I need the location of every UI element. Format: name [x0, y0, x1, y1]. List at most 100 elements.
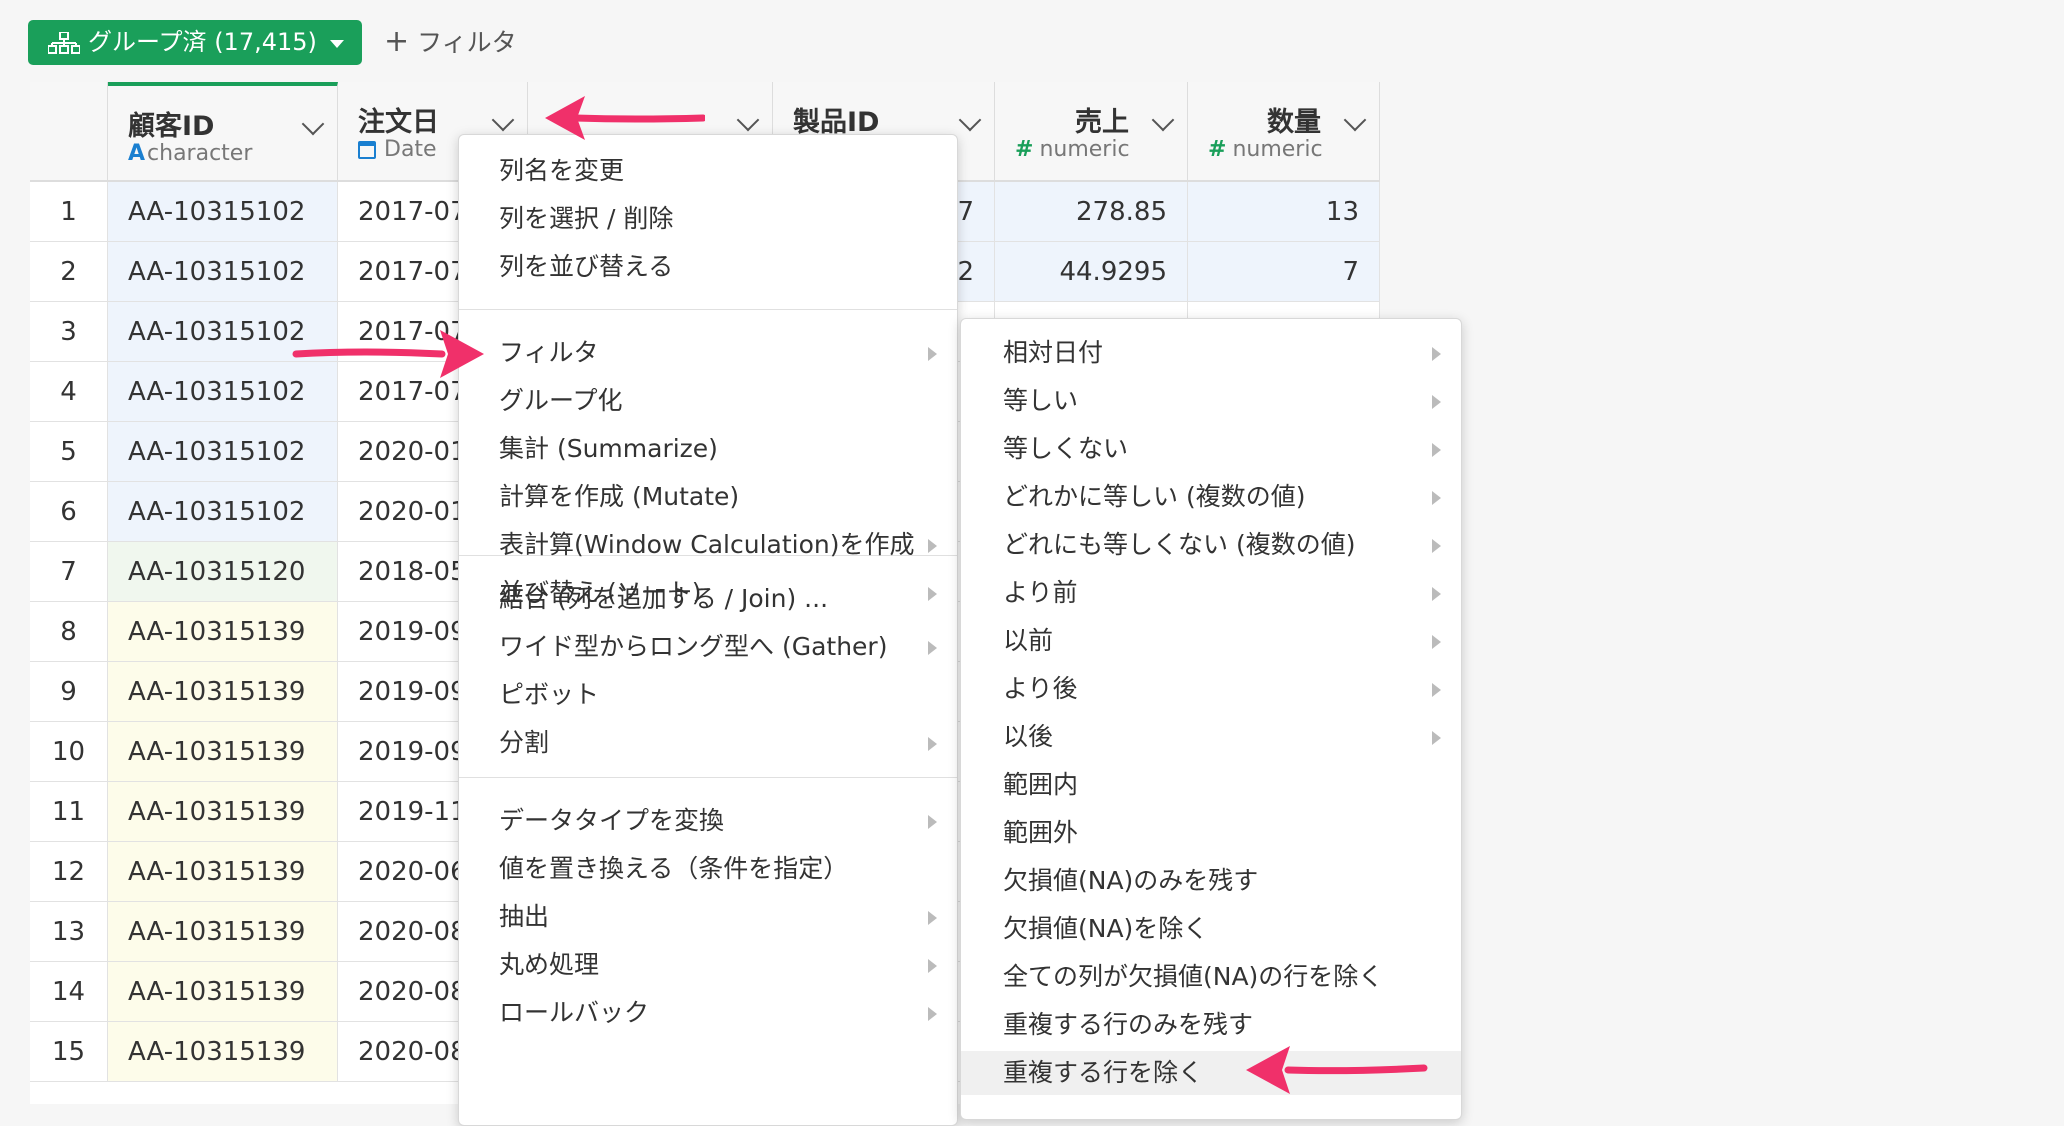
cell-customer-id[interactable]: AA-10315139 [108, 962, 338, 1022]
row-index[interactable]: 14 [30, 962, 108, 1022]
submenu-arrow-icon [928, 641, 937, 655]
submenu-item-label: 全ての列が欠損値(NA)の行を除く [1003, 962, 1384, 991]
cell-sales[interactable]: 44.9295 [995, 242, 1188, 302]
menu-item[interactable]: 集計 (Summarize) [459, 427, 957, 471]
cell-customer-id[interactable]: AA-10315102 [108, 482, 338, 542]
menu-item[interactable]: 表計算(Window Calculation)を作成 [459, 523, 957, 567]
menu-item[interactable]: 列名を変更 [459, 149, 957, 193]
menu-item[interactable]: 列を選択 / 削除 [459, 197, 957, 241]
row-index[interactable]: 8 [30, 602, 108, 662]
cell-customer-id[interactable]: AA-10315102 [108, 422, 338, 482]
submenu-item-label: 範囲外 [1003, 818, 1079, 847]
cell-customer-id[interactable]: AA-10315139 [108, 842, 338, 902]
menu-item[interactable]: ワイド型からロング型へ (Gather) [459, 625, 957, 669]
chevron-down-icon[interactable] [958, 108, 982, 132]
menu-item[interactable]: データタイプを変換 [459, 799, 957, 843]
menu-item-label: 分割 [499, 728, 550, 757]
menu-item[interactable]: フィルタ [459, 331, 957, 375]
row-index[interactable]: 5 [30, 422, 108, 482]
row-index[interactable]: 1 [30, 182, 108, 242]
menu-item-label: 集計 (Summarize) [499, 434, 718, 463]
chevron-down-icon[interactable] [1343, 108, 1367, 132]
submenu-item-label: 等しい [1003, 386, 1079, 415]
grouped-button[interactable]: グループ済 (17,415) [28, 20, 362, 65]
chevron-down-icon[interactable] [1151, 108, 1175, 132]
submenu-arrow-icon [1432, 443, 1441, 457]
cell-quantity[interactable]: 7 [1188, 242, 1380, 302]
menu-separator [459, 309, 957, 310]
submenu-arrow-icon [928, 539, 937, 553]
row-index[interactable]: 10 [30, 722, 108, 782]
submenu-item[interactable]: 以前 [961, 619, 1461, 663]
column-name: 数量 [1267, 107, 1321, 138]
menu-item[interactable]: 値を置き換える（条件を指定） [459, 847, 957, 891]
row-index[interactable]: 11 [30, 782, 108, 842]
cell-customer-id[interactable]: AA-10315139 [108, 1022, 338, 1082]
cell-customer-id[interactable]: AA-10315139 [108, 662, 338, 722]
submenu-item[interactable]: より前 [961, 571, 1461, 615]
menu-item[interactable]: ピボット [459, 673, 957, 717]
menu-item[interactable]: 列を並び替える [459, 245, 957, 289]
row-index[interactable]: 2 [30, 242, 108, 302]
column-name: 注文日 [358, 107, 439, 138]
submenu-item[interactable]: 欠損値(NA)のみを残す [961, 859, 1461, 903]
row-index[interactable]: 4 [30, 362, 108, 422]
menu-item[interactable]: 分割 [459, 721, 957, 765]
submenu-item[interactable]: より後 [961, 667, 1461, 711]
column-header-sales[interactable]: 売上 # numeric [995, 82, 1188, 182]
submenu-item[interactable]: 範囲外 [961, 811, 1461, 855]
submenu-arrow-icon [1432, 491, 1441, 505]
cell-customer-id[interactable]: AA-10315139 [108, 782, 338, 842]
submenu-item[interactable]: 以後 [961, 715, 1461, 759]
row-index[interactable]: 13 [30, 902, 108, 962]
submenu-arrow-icon [1432, 635, 1441, 649]
cell-sales[interactable]: 278.85 [995, 182, 1188, 242]
submenu-item[interactable]: 全ての列が欠損値(NA)の行を除く [961, 955, 1461, 999]
cell-customer-id[interactable]: AA-10315139 [108, 602, 338, 662]
chevron-down-icon[interactable] [301, 112, 325, 136]
submenu-item[interactable]: 欠損値(NA)を除く [961, 907, 1461, 951]
menu-item[interactable]: 抽出 [459, 895, 957, 939]
menu-item-label: 抽出 [499, 902, 550, 931]
submenu-item[interactable]: 等しくない [961, 427, 1461, 471]
submenu-item-label: 欠損値(NA)を除く [1003, 914, 1209, 943]
row-index[interactable]: 6 [30, 482, 108, 542]
cell-customer-id[interactable]: AA-10315102 [108, 182, 338, 242]
submenu-item[interactable]: 等しい [961, 379, 1461, 423]
chevron-down-icon[interactable] [491, 108, 515, 132]
row-index[interactable]: 15 [30, 1022, 108, 1082]
submenu-item[interactable]: どれにも等しくない (複数の値) [961, 523, 1461, 567]
row-index[interactable]: 9 [30, 662, 108, 722]
plus-icon: + [384, 24, 410, 59]
row-index[interactable]: 12 [30, 842, 108, 902]
menu-item[interactable]: 結合 (列を追加する / Join) ... [459, 577, 957, 621]
submenu-item[interactable]: 相対日付 [961, 331, 1461, 375]
cell-quantity[interactable]: 13 [1188, 182, 1380, 242]
submenu-arrow-icon [928, 347, 937, 361]
submenu-item[interactable]: どれかに等しい (複数の値) [961, 475, 1461, 519]
submenu-arrow-icon [1432, 347, 1441, 361]
cell-customer-id[interactable]: AA-10315120 [108, 542, 338, 602]
row-index[interactable]: 3 [30, 302, 108, 362]
submenu-item[interactable]: 範囲内 [961, 763, 1461, 807]
column-context-menu: 列名を変更 列を選択 / 削除列を並び替えるフィルタ グループ化集計 (Summar… [458, 134, 958, 1126]
numeric-type-icon: # [1208, 137, 1227, 162]
submenu-item-label: 以後 [1003, 722, 1054, 751]
menu-item[interactable]: ロールバック [459, 991, 957, 1035]
column-header-customer-id[interactable]: 顧客ID Acharacter [108, 82, 338, 182]
character-type-icon: A [128, 141, 146, 166]
column-type: character [147, 141, 253, 166]
cell-customer-id[interactable]: AA-10315139 [108, 722, 338, 782]
submenu-arrow-icon [928, 815, 937, 829]
column-header-quantity[interactable]: 数量 # numeric [1188, 82, 1380, 182]
cell-customer-id[interactable]: AA-10315102 [108, 242, 338, 302]
chevron-down-icon[interactable] [736, 108, 760, 132]
menu-item[interactable]: グループ化 [459, 379, 957, 423]
annotation-arrow-icon [545, 96, 705, 140]
add-filter-button[interactable]: + フィルタ [384, 24, 517, 60]
menu-item[interactable]: 計算を作成 (Mutate) [459, 475, 957, 519]
row-index[interactable]: 7 [30, 542, 108, 602]
cell-customer-id[interactable]: AA-10315139 [108, 902, 338, 962]
menu-item[interactable]: 丸め処理 [459, 943, 957, 987]
menu-item-label: 列を並び替える [499, 252, 674, 281]
